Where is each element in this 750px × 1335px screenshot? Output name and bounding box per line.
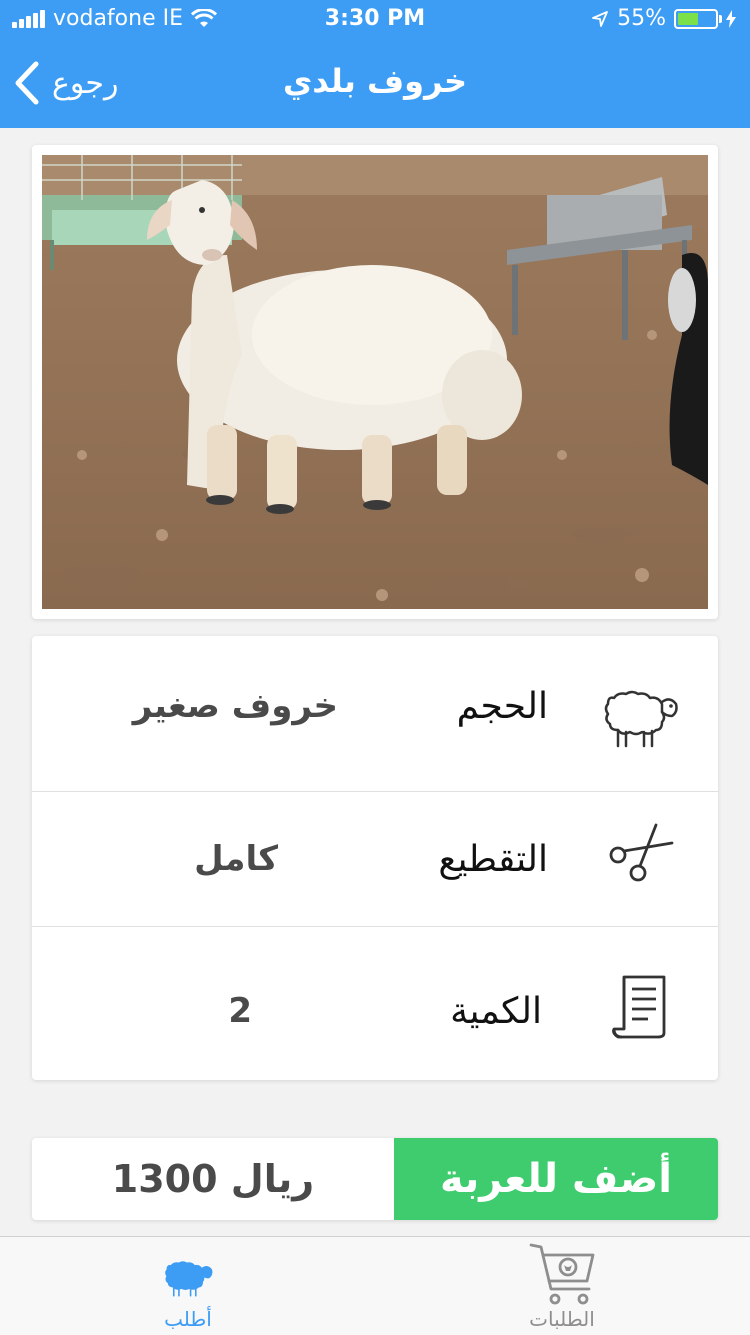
detail-value-quantity: 2 [228,991,252,1031]
tab-order[interactable]: أطلب [88,1237,288,1335]
tab-order-label: أطلب [164,1307,212,1331]
battery-icon [674,8,722,29]
tab-bar: أطلب الطلبات [0,1236,750,1335]
detail-row-size[interactable]: الحجم خروف صغير [32,636,718,792]
detail-row-cutting[interactable]: التقطيع كامل [32,771,718,927]
nav-bar: رجوع خروف بلدي [0,40,750,128]
cart-icon [527,1241,597,1311]
battery-percent: 55% [617,6,666,31]
location-arrow-icon [592,10,608,27]
document-icon [600,973,680,1051]
sheep-icon [162,1253,214,1301]
tab-orders-label: الطلبات [529,1307,595,1331]
detail-value-size: خروف صغير [132,686,338,726]
detail-label-cutting: التقطيع [438,839,548,880]
tab-orders[interactable]: الطلبات [462,1237,662,1335]
status-bar: vodafone IE 3:30 PM 55% [0,0,750,40]
page-title: خروف بلدي [282,62,468,100]
add-to-cart-button[interactable]: أضف للعربة [394,1138,718,1220]
sheep-photo [42,155,708,609]
product-photo-card [32,145,718,619]
header: vodafone IE 3:30 PM 55% رجوع خروف بلدي [0,0,750,128]
sheep-icon [600,674,680,752]
charging-bolt-icon [726,9,736,28]
product-details-card: الحجم خروف صغير التقطيع كامل الكمية 2 [32,636,718,1080]
detail-label-quantity: الكمية [450,991,542,1032]
scissors-icon [600,823,680,901]
battery-fill [678,12,698,25]
status-right: 55% [591,6,736,31]
detail-value-cutting: كامل [194,839,278,879]
price-label: 1300 ريال [111,1157,315,1201]
battery-cap [719,14,722,23]
detail-label-size: الحجم [456,686,548,727]
detail-row-quantity[interactable]: الكمية 2 [32,927,718,1080]
add-to-cart-bar: 1300 ريال أضف للعربة [32,1138,718,1220]
